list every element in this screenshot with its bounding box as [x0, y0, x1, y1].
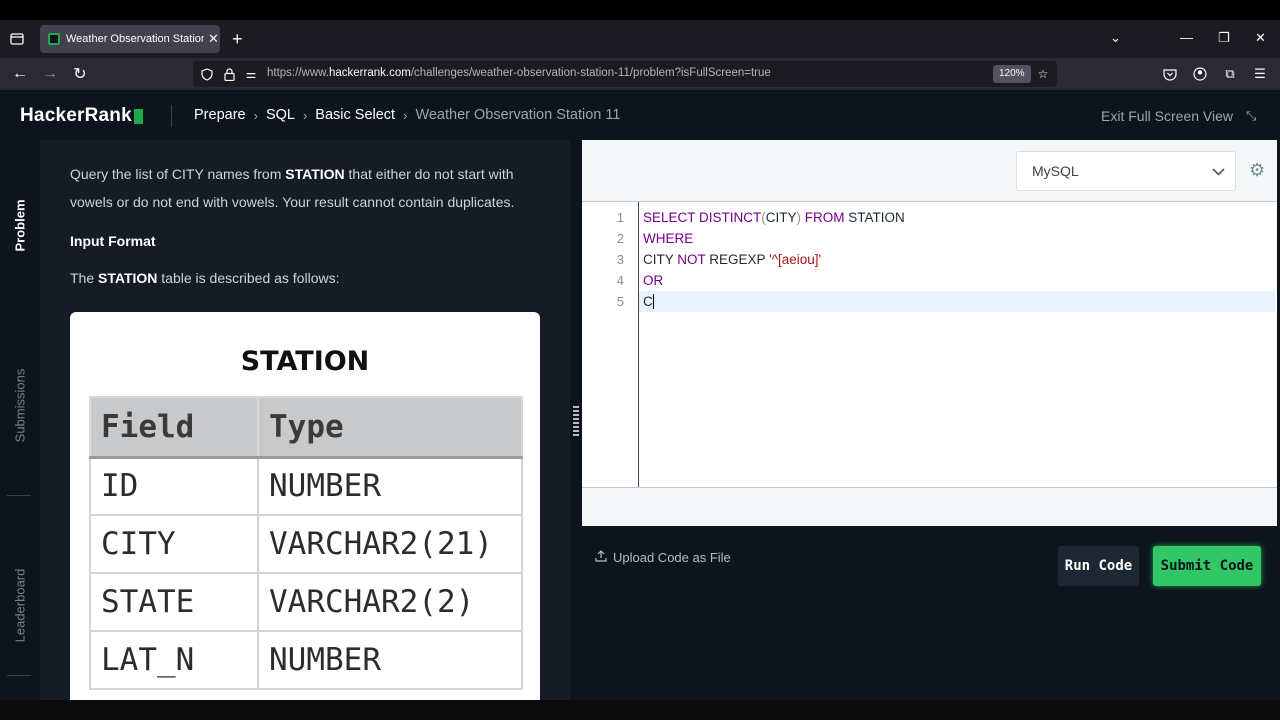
url-text: https://www.hackerrank.com/challenges/we… — [267, 67, 771, 79]
reload-icon[interactable]: ↻ — [70, 64, 90, 84]
breadcrumb-prepare[interactable]: Prepare — [194, 107, 246, 123]
table-row: ID NUMBER — [89, 456, 523, 516]
list-all-tabs-icon[interactable]: ⌄ — [1110, 30, 1121, 46]
exit-fullscreen-link[interactable]: Exit Full Screen View — [1101, 108, 1233, 124]
chevron-down-icon — [1212, 152, 1225, 190]
tab-submissions[interactable]: Submissions — [0, 315, 40, 495]
type-cell: VARCHAR2(21) — [257, 514, 523, 574]
new-tab-icon[interactable]: + — [232, 29, 243, 49]
header-divider — [171, 105, 172, 127]
language-select[interactable]: MySQL — [1016, 151, 1236, 191]
type-cell: VARCHAR2(2) — [257, 572, 523, 632]
code-editor: MySQL ⚙ 1 2 3 4 5 SELECT DISTINCT(CITY) … — [582, 140, 1277, 526]
text-cursor — [652, 294, 654, 309]
hackerrank-favicon-icon — [48, 33, 60, 45]
table-header-row: Field Type — [89, 396, 523, 459]
tab-problem[interactable]: Problem — [0, 170, 40, 280]
editor-toolbar: MySQL ⚙ — [582, 140, 1277, 202]
top-letterbox — [0, 0, 1280, 20]
upload-icon — [595, 550, 607, 565]
type-cell: NUMBER — [257, 630, 523, 690]
tab-list-icon[interactable] — [6, 28, 28, 50]
close-window-icon[interactable]: ✕ — [1255, 30, 1266, 46]
lock-icon[interactable] — [221, 66, 237, 82]
side-tab-divider — [7, 495, 31, 496]
side-tabs: Problem Submissions Leaderboard — [0, 140, 40, 700]
restore-icon[interactable]: ❐ — [1218, 30, 1230, 46]
input-format-heading: Input Format — [70, 233, 156, 249]
chevron-right-icon: › — [403, 107, 408, 123]
shield-icon[interactable] — [199, 66, 215, 82]
line-number: 5 — [616, 294, 624, 309]
problem-statement-line1: Query the list of CITY names from STATIO… — [70, 166, 514, 182]
account-icon[interactable] — [1190, 64, 1210, 84]
run-code-button[interactable]: Run Code — [1058, 546, 1139, 586]
code-line-3: CITY NOT REGEXP '^[aeiou]' — [643, 252, 822, 267]
code-line-4: OR — [643, 273, 664, 288]
table-description: The STATION table is described as follow… — [70, 270, 340, 286]
side-tab-divider — [7, 675, 31, 676]
field-cell: ID — [89, 456, 259, 516]
field-cell: STATE — [89, 572, 259, 632]
pocket-icon[interactable] — [1160, 64, 1180, 84]
logo-square-icon — [133, 108, 143, 124]
column-header: Field — [89, 396, 259, 459]
hackerrank-app: HackerRank Prepare › SQL › Basic Select … — [0, 90, 1280, 700]
bookmark-star-icon[interactable]: ☆ — [1035, 66, 1051, 82]
line-number: 4 — [616, 273, 624, 288]
bottom-letterbox — [0, 700, 1280, 720]
tab-leaderboard[interactable]: Leaderboard — [0, 525, 40, 685]
drag-handle-icon[interactable] — [573, 406, 579, 436]
breadcrumb-basic-select[interactable]: Basic Select — [315, 107, 395, 123]
menu-icon[interactable]: ☰ — [1250, 64, 1270, 84]
minimize-icon[interactable]: — — [1180, 30, 1193, 45]
zoom-level[interactable]: 120% — [993, 65, 1031, 83]
chevron-right-icon: › — [302, 107, 308, 123]
tab-title: Weather Observation Station 11 — [66, 33, 204, 45]
submit-code-button[interactable]: Submit Code — [1153, 546, 1261, 586]
browser-tab-bar: Weather Observation Station 11 ✕ + ⌄ — ❐… — [0, 20, 1280, 58]
station-schema-table: Field Type ID NUMBER CITY VARCHAR2(21) S… — [89, 396, 523, 690]
field-cell: CITY — [89, 514, 259, 574]
breadcrumb: Prepare › SQL › Basic Select › Weather O… — [194, 107, 620, 123]
table-row: STATE VARCHAR2(2) — [89, 572, 523, 632]
upload-code-button[interactable]: Upload Code as File — [595, 550, 731, 565]
line-number: 2 — [616, 231, 624, 246]
tab-close-icon[interactable]: ✕ — [208, 31, 219, 47]
hackerrank-logo[interactable]: HackerRank — [20, 105, 143, 127]
code-line-2: WHERE — [643, 231, 694, 246]
station-table-image: STATION Field Type ID NUMBER CITY VARCHA… — [70, 312, 540, 700]
line-number: 1 — [616, 210, 624, 225]
browser-tab[interactable]: Weather Observation Station 11 ✕ — [40, 25, 220, 53]
line-number: 3 — [616, 252, 624, 267]
browser-nav-bar: ← → ↻ ⚌ https://www.hackerrank.com/chall… — [0, 58, 1280, 90]
breadcrumb-current: Weather Observation Station 11 — [415, 107, 621, 123]
field-cell: LAT_N — [89, 630, 259, 690]
column-header: Type — [257, 396, 523, 459]
editor-status-bar — [582, 487, 1277, 526]
problem-statement-line2: vowels or do not end with vowels. Your r… — [70, 194, 515, 210]
breadcrumb-sql[interactable]: SQL — [266, 107, 295, 123]
table-row: CITY VARCHAR2(21) — [89, 514, 523, 574]
type-cell: NUMBER — [257, 456, 523, 516]
back-icon[interactable]: ← — [10, 64, 30, 84]
table-row: LAT_N NUMBER — [89, 630, 523, 690]
exit-fullscreen-icon[interactable]: ⤡ — [1246, 108, 1256, 124]
problem-pane: Query the list of CITY names from STATIO… — [40, 140, 570, 700]
code-line-5: C — [643, 294, 654, 309]
gear-icon[interactable]: ⚙ — [1249, 160, 1265, 181]
upload-code-label: Upload Code as File — [613, 550, 731, 565]
url-bar[interactable]: ⚌ https://www.hackerrank.com/challenges/… — [193, 61, 1057, 87]
line-number-gutter: 1 2 3 4 5 — [582, 202, 639, 487]
code-line-1: SELECT DISTINCT(CITY) FROM STATION — [643, 210, 905, 225]
hr-header: HackerRank Prepare › SQL › Basic Select … — [0, 90, 1280, 140]
extensions-icon[interactable]: ⧉ — [1220, 64, 1240, 84]
code-text-area[interactable]: SELECT DISTINCT(CITY) FROM STATION WHERE… — [639, 202, 1275, 487]
station-table-title: STATION — [240, 346, 370, 377]
active-line-highlight — [639, 291, 1275, 312]
permissions-icon[interactable]: ⚌ — [243, 66, 259, 82]
chevron-right-icon: › — [253, 107, 258, 123]
forward-icon[interactable]: → — [40, 64, 60, 84]
